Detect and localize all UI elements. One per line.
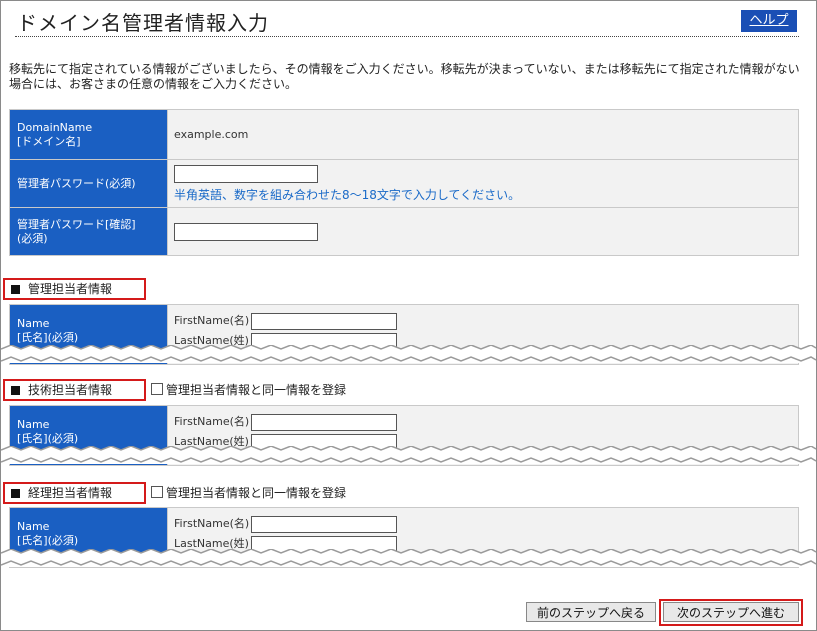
domain-value: example.com	[167, 109, 799, 160]
admin-name-label-en: Name	[17, 317, 50, 330]
square-bullet-icon	[11, 386, 20, 395]
title-divider	[15, 36, 799, 37]
square-bullet-icon	[11, 489, 20, 498]
tech-same-as-admin-checkbox[interactable]	[151, 383, 163, 395]
page-title: ドメイン名管理者情報入力	[17, 11, 269, 35]
domain-label: DomainName [ドメイン名]	[9, 109, 168, 160]
admin-section-title: 管理担当者情報	[28, 282, 113, 296]
billing-first-name-label: FirstName(名)	[174, 517, 250, 530]
tech-first-name-label: FirstName(名)	[174, 415, 250, 428]
tech-first-name-input[interactable]	[251, 413, 398, 431]
password-confirm-row: 管理者パスワード[確認] (必須)	[9, 207, 799, 256]
tech-section-heading: 技術担当者情報	[3, 379, 146, 401]
billing-same-as-admin-checkbox[interactable]	[151, 486, 163, 498]
domain-row: DomainName [ドメイン名] example.com	[9, 109, 799, 160]
tech-section-title: 技術担当者情報	[28, 383, 113, 397]
password-input[interactable]	[174, 164, 318, 183]
intro-text: 移転先にて指定されている情報がございましたら、その情報をご入力ください。移転先が…	[9, 62, 800, 91]
previous-step-button[interactable]: 前のステップへ戻る	[526, 602, 656, 622]
billing-section-title: 経理担当者情報	[28, 486, 113, 500]
password-label: 管理者パスワード(必須)	[9, 159, 168, 208]
password-confirm-cell	[167, 207, 799, 256]
billing-first-name-row: FirstName(名)	[174, 514, 792, 534]
password-confirm-label-line2: (必須)	[17, 231, 48, 245]
square-bullet-icon	[11, 285, 20, 294]
admin-name-label-ja: [氏名](必須)	[17, 331, 79, 344]
tech-first-name-row: FirstName(名)	[174, 412, 792, 432]
password-hint: 半角英語、数字を組み合わせた8～18文字で入力してください。	[174, 187, 521, 202]
tech-name-label-en: Name	[17, 418, 50, 431]
admin-first-name-input[interactable]	[251, 312, 398, 330]
billing-same-as-admin[interactable]: 管理担当者情報と同一情報を登録	[151, 485, 346, 501]
tech-same-as-admin[interactable]: 管理担当者情報と同一情報を登録	[151, 382, 346, 398]
help-button[interactable]: ヘルプ	[741, 10, 797, 32]
next-step-button[interactable]: 次のステップへ進む	[663, 602, 799, 622]
domain-label-ja: [ドメイン名]	[17, 134, 81, 148]
page-break-separator	[1, 345, 816, 363]
admin-first-name-row: FirstName(名)	[174, 311, 792, 331]
page-frame: ドメイン名管理者情報入力 ヘルプ 移転先にて指定されている情報がございましたら、…	[0, 0, 817, 631]
password-confirm-label-line1: 管理者パスワード[確認]	[17, 217, 136, 231]
billing-same-as-admin-label: 管理担当者情報と同一情報を登録	[166, 486, 347, 500]
admin-first-name-label: FirstName(名)	[174, 314, 250, 327]
billing-section-heading: 経理担当者情報	[3, 482, 146, 504]
admin-section-heading: 管理担当者情報	[3, 278, 146, 300]
billing-name-label-en: Name	[17, 520, 50, 533]
billing-first-name-input[interactable]	[251, 515, 398, 533]
tech-same-as-admin-label: 管理担当者情報と同一情報を登録	[166, 383, 347, 397]
page-break-separator	[1, 446, 816, 464]
page-break-separator	[1, 549, 816, 567]
password-row: 管理者パスワード(必須) 半角英語、数字を組み合わせた8～18文字で入力してくだ…	[9, 159, 799, 208]
domain-label-en: DomainName	[17, 120, 93, 134]
billing-name-label-ja: [氏名](必須)	[17, 534, 79, 547]
password-confirm-label: 管理者パスワード[確認] (必須)	[9, 207, 168, 256]
tech-name-label-ja: [氏名](必須)	[17, 432, 79, 445]
password-cell: 半角英語、数字を組み合わせた8～18文字で入力してください。	[167, 159, 799, 208]
domain-table: DomainName [ドメイン名] example.com 管理者パスワード(…	[9, 109, 799, 256]
password-confirm-input[interactable]	[174, 222, 318, 241]
